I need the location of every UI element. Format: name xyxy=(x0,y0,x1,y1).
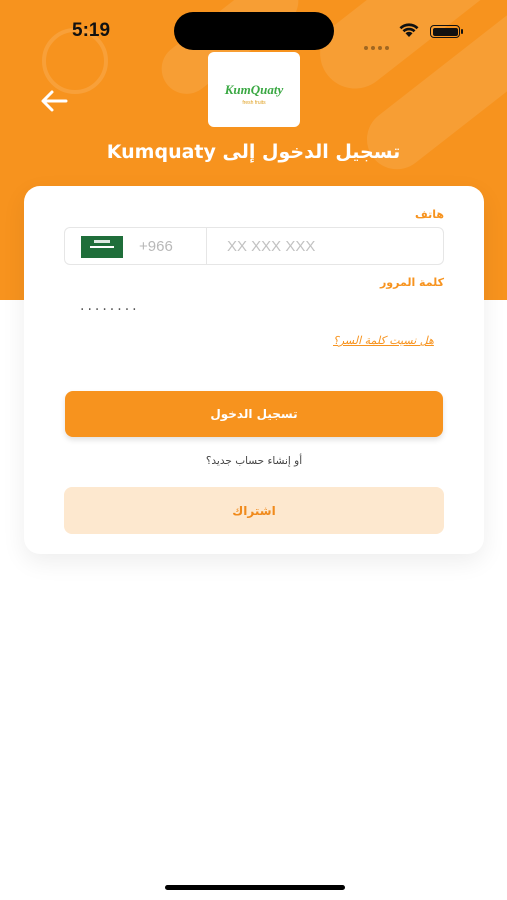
password-input[interactable]: ········ xyxy=(80,302,380,324)
login-card: هاتف +966 كلمة المرور ········ هل نسيت ك… xyxy=(24,186,484,554)
phone-input[interactable] xyxy=(215,229,441,263)
forgot-password-link[interactable]: هل نسيت كلمة السر؟ xyxy=(333,334,434,347)
home-indicator[interactable] xyxy=(165,885,345,890)
logo-text: KumQuaty xyxy=(224,81,284,97)
app-logo: KumQuaty fresh fruits xyxy=(208,52,300,127)
signup-button[interactable]: اشتراك xyxy=(64,487,444,534)
logo-subtitle: fresh fruits xyxy=(242,100,266,106)
battery-icon xyxy=(430,25,463,38)
signal-icon xyxy=(364,35,392,50)
phone-field: +966 xyxy=(64,227,444,265)
page-title: Kumquaty تسجيل الدخول إلى xyxy=(106,141,401,163)
phone-label: هاتف xyxy=(415,208,444,221)
country-code[interactable]: +966 xyxy=(139,238,173,255)
status-time: 5:19 xyxy=(72,20,111,41)
back-arrow-icon[interactable] xyxy=(38,86,70,116)
wifi-icon xyxy=(399,23,419,37)
create-account-prompt: أو إنشاء حساب جديد؟ xyxy=(205,455,303,467)
login-button[interactable]: تسجيل الدخول xyxy=(65,391,443,437)
dynamic-island xyxy=(174,12,334,50)
saudi-flag-icon[interactable] xyxy=(81,236,123,258)
password-label: كلمة المرور xyxy=(379,276,444,289)
field-divider xyxy=(206,228,207,264)
